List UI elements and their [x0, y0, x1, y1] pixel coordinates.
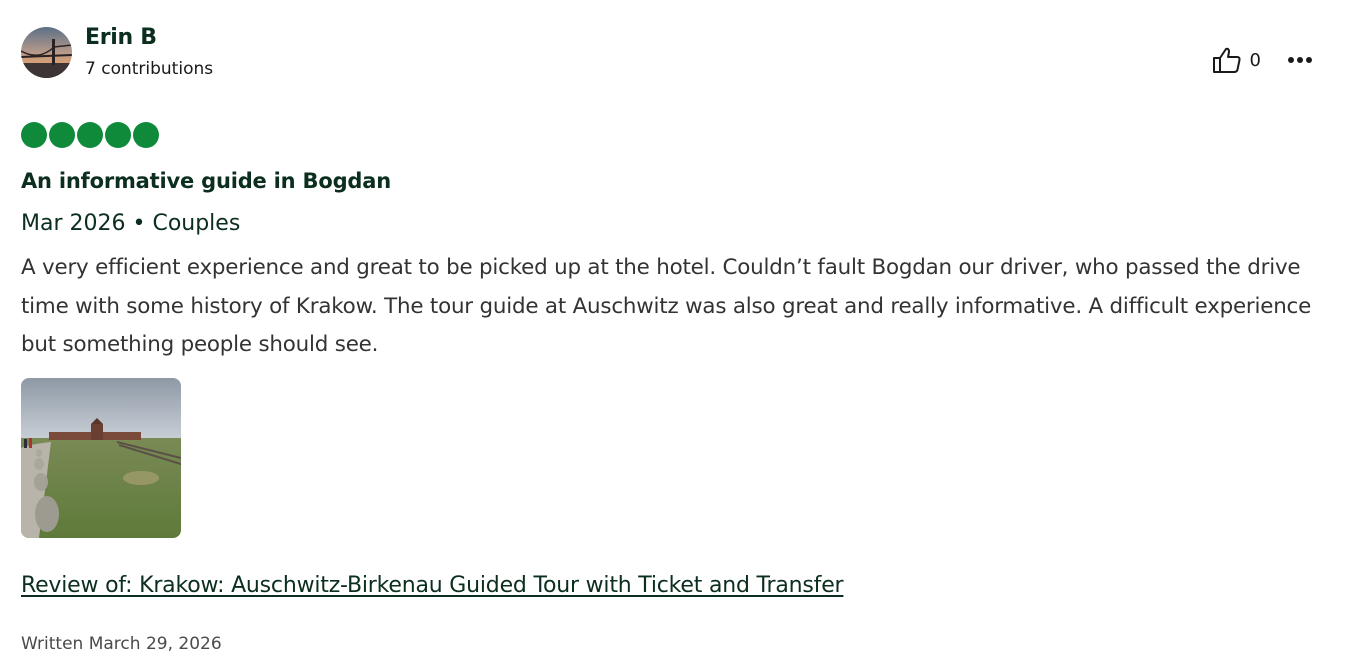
user-name[interactable]: Erin B: [85, 24, 157, 52]
more-options-button[interactable]: [1287, 56, 1313, 64]
rating-bubble: [133, 122, 159, 148]
contributions-count: 7 contributions: [85, 59, 214, 79]
review-header: Erin B 7 contributions 0: [21, 24, 1321, 84]
thumbs-up-icon: [1212, 46, 1242, 74]
review-body: A very efficient experience and great to…: [21, 255, 1312, 357]
rating-bubble: [49, 122, 75, 148]
review-actions: 0: [1212, 44, 1321, 76]
review-meta: Mar 2026 • Couples: [21, 211, 241, 236]
review-card: Erin B 7 contributions 0 An informative …: [21, 0, 1321, 672]
rating-bubble: [21, 122, 47, 148]
review-title: An informative guide in Bogdan: [21, 169, 391, 193]
rating-bubble: [77, 122, 103, 148]
rating-bubbles: [21, 122, 161, 150]
review-photo[interactable]: [21, 378, 181, 538]
helpful-button[interactable]: 0: [1212, 46, 1261, 74]
review-of-link[interactable]: Review of: Krakow: Auschwitz-Birkenau Gu…: [21, 570, 844, 602]
rating-bubble: [105, 122, 131, 148]
helpful-count: 0: [1249, 49, 1261, 71]
avatar[interactable]: [21, 27, 72, 78]
more-options-icon: [1287, 56, 1313, 64]
written-date: Written March 29, 2026: [21, 634, 222, 654]
